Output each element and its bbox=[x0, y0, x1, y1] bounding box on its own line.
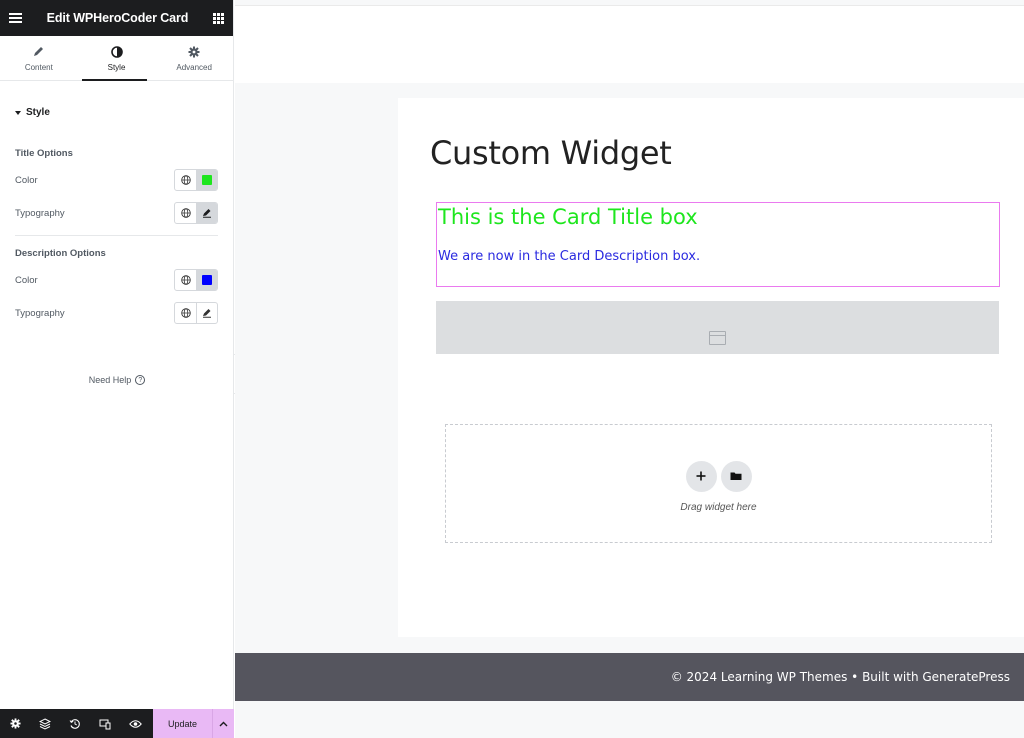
need-help-label: Need Help bbox=[88, 375, 132, 385]
pencil-icon bbox=[32, 45, 46, 59]
globe-icon[interactable] bbox=[175, 203, 196, 223]
chevron-up-icon[interactable] bbox=[212, 709, 234, 738]
site-header bbox=[235, 5, 1024, 83]
tab-style-label: Style bbox=[107, 62, 126, 72]
description-color-swatch bbox=[202, 275, 212, 285]
history-icon[interactable] bbox=[60, 709, 90, 738]
site-footer: © 2024 Learning WP Themes • Built with G… bbox=[235, 653, 1024, 701]
description-color-control: Color bbox=[15, 269, 218, 291]
caret-down-icon bbox=[15, 110, 21, 115]
half-circle-icon bbox=[110, 45, 124, 59]
panel-footer: Update bbox=[0, 709, 234, 738]
description-typography-control: Typography bbox=[15, 302, 218, 324]
tab-style[interactable]: Style bbox=[78, 36, 156, 81]
style-section: Style Title Options Color Typography Des… bbox=[0, 107, 233, 324]
card-title: This is the Card Title box bbox=[438, 205, 698, 229]
widgets-grid-icon[interactable] bbox=[212, 12, 224, 24]
responsive-icon[interactable] bbox=[90, 709, 120, 738]
title-typography-control: Typography bbox=[15, 202, 218, 224]
update-button[interactable]: Update bbox=[153, 709, 212, 738]
page-heading: Custom Widget bbox=[430, 134, 672, 172]
description-typography-label: Typography bbox=[15, 307, 65, 319]
title-color-swatch-button[interactable] bbox=[196, 170, 217, 190]
card-widget[interactable]: This is the Card Title box We are now in… bbox=[436, 202, 1000, 287]
drop-zone-label: Drag widget here bbox=[680, 501, 757, 513]
panel-header: Edit WPHeroCoder Card bbox=[0, 0, 233, 36]
eye-icon[interactable] bbox=[120, 709, 150, 738]
title-typography-label: Typography bbox=[15, 207, 65, 219]
title-color-swatch bbox=[202, 175, 212, 185]
description-color-swatch-button[interactable] bbox=[196, 270, 217, 290]
section-label: Style bbox=[26, 107, 50, 118]
drop-zone[interactable]: Drag widget here bbox=[445, 424, 992, 543]
globe-icon[interactable] bbox=[175, 170, 196, 190]
title-color-control: Color bbox=[15, 169, 218, 191]
tab-advanced-label: Advanced bbox=[176, 62, 212, 72]
edit-icon bbox=[203, 209, 211, 218]
image-icon bbox=[709, 330, 726, 345]
panel-tabs: Content Style Advanced bbox=[0, 36, 233, 81]
panel-title: Edit WPHeroCoder Card bbox=[46, 11, 189, 25]
footer-text: © 2024 Learning WP Themes • Built with G… bbox=[670, 670, 1010, 684]
settings-gear-icon[interactable] bbox=[0, 709, 30, 738]
card-description: We are now in the Card Description box. bbox=[438, 249, 701, 264]
title-color-label: Color bbox=[15, 174, 38, 186]
gear-icon bbox=[187, 45, 201, 59]
question-icon: ? bbox=[135, 375, 146, 385]
edit-typography-button[interactable] bbox=[196, 203, 217, 223]
folder-icon bbox=[730, 472, 742, 480]
add-section-button[interactable] bbox=[685, 460, 717, 492]
globe-icon[interactable] bbox=[175, 270, 196, 290]
tab-content[interactable]: Content bbox=[0, 36, 78, 80]
edit-icon bbox=[203, 309, 211, 318]
content-area: Custom Widget This is the Card Title box… bbox=[398, 98, 1024, 637]
plus-icon bbox=[696, 471, 706, 481]
description-options-heading: Description Options bbox=[15, 248, 106, 259]
menu-icon[interactable] bbox=[9, 13, 22, 23]
preview-canvas: Custom Widget This is the Card Title box… bbox=[235, 0, 1024, 738]
divider bbox=[15, 235, 218, 236]
editor-panel: Edit WPHeroCoder Card Content Style Adva… bbox=[0, 0, 234, 738]
style-section-toggle[interactable]: Style bbox=[15, 107, 218, 118]
layers-icon[interactable] bbox=[30, 709, 60, 738]
description-color-label: Color bbox=[15, 274, 38, 286]
add-template-button[interactable] bbox=[720, 460, 752, 492]
need-help-link[interactable]: Need Help ? bbox=[0, 375, 234, 385]
title-options-heading: Title Options bbox=[15, 148, 73, 159]
tab-advanced[interactable]: Advanced bbox=[155, 36, 233, 80]
image-placeholder[interactable] bbox=[436, 301, 999, 354]
tab-content-label: Content bbox=[24, 62, 53, 72]
edit-typography-button[interactable] bbox=[196, 303, 217, 323]
globe-icon[interactable] bbox=[175, 303, 196, 323]
